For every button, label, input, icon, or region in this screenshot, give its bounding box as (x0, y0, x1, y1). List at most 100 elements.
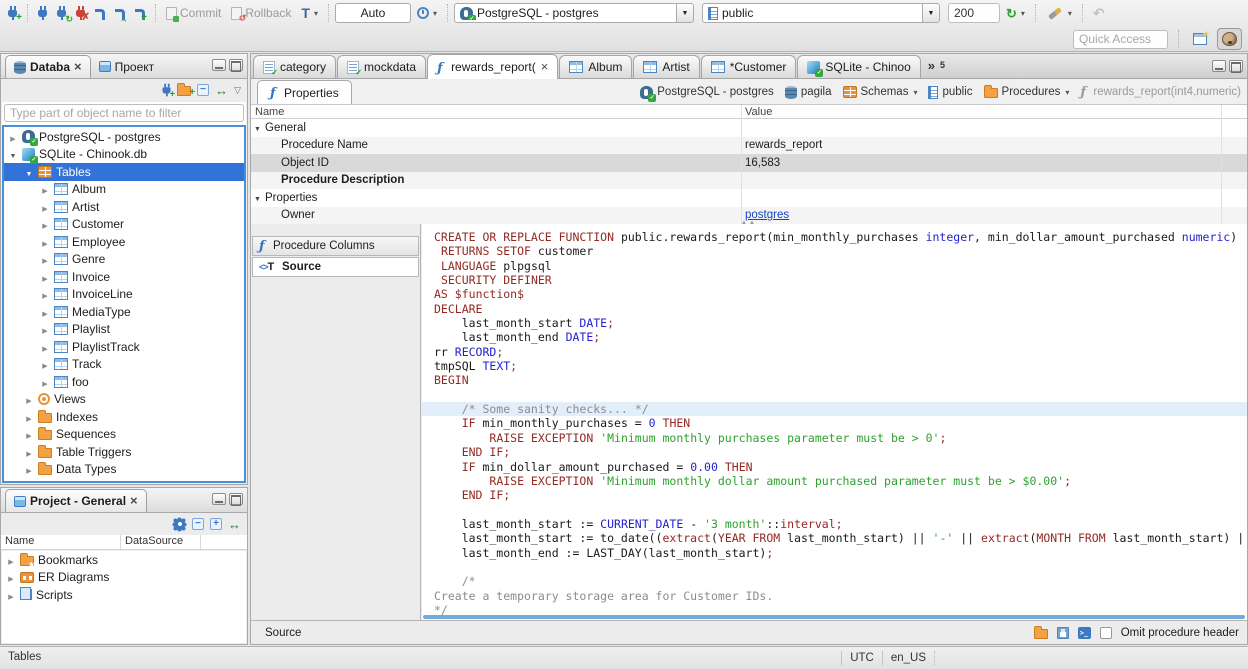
tree-item-playlist[interactable]: Playlist (4, 321, 244, 339)
tree-item-foo[interactable]: foo (4, 373, 244, 391)
editor-tab-category[interactable]: category (253, 55, 337, 78)
expand-arrow-icon[interactable] (6, 553, 16, 567)
expand-arrow-icon[interactable] (40, 340, 50, 354)
history-button[interactable] (413, 2, 441, 24)
editor-tab-sqlite-chinoo[interactable]: SQLite - Chinoo (797, 55, 921, 78)
editor-tab-album[interactable]: Album (559, 55, 633, 78)
active-connection-combo[interactable]: PostgreSQL - postgres ▼ (453, 3, 694, 23)
expand-arrow-icon[interactable] (40, 217, 50, 231)
editor-tab-artist[interactable]: Artist (633, 55, 700, 78)
subtab-source[interactable]: Source (252, 257, 419, 277)
tree-item-sqlite-chinook-db[interactable]: SQLite - Chinook.db (4, 146, 244, 164)
open-console-icon[interactable] (1077, 626, 1091, 639)
tree-item-invoiceline[interactable]: InvoiceLine (4, 286, 244, 304)
column-header-datasource[interactable]: DataSource (121, 535, 201, 549)
grid-row-properties[interactable]: Properties (251, 189, 1247, 207)
sync-button[interactable]: ↻ (1002, 2, 1029, 24)
tree-item-table-triggers[interactable]: Table Triggers (4, 443, 244, 461)
close-icon[interactable] (74, 60, 82, 74)
breadcrumb-item-rewards-report-int4-numeric[interactable]: rewards_report(int4,numeric) (1080, 86, 1241, 99)
tab-project-explorer[interactable]: Проект (91, 55, 163, 78)
dbeaver-perspective-button[interactable] (1217, 28, 1242, 50)
tree-item-artist[interactable]: Artist (4, 198, 244, 216)
tree-item-sequences[interactable]: Sequences (4, 426, 244, 444)
collapse-arrow-icon[interactable] (254, 122, 261, 134)
breadcrumb-item-procedures[interactable]: Procedures (983, 85, 1070, 98)
disconnect-button[interactable]: ✗ (72, 2, 90, 24)
expand-arrow-icon[interactable] (40, 252, 50, 266)
tree-item-employee[interactable]: Employee (4, 233, 244, 251)
collapse-arrow-icon[interactable] (254, 192, 261, 204)
tree-item-views[interactable]: Views (4, 391, 244, 409)
minimize-icon[interactable] (1212, 60, 1226, 72)
expand-arrow-icon[interactable] (40, 375, 50, 389)
grid-row-general[interactable]: General (251, 119, 1247, 137)
maximize-icon[interactable] (229, 493, 243, 505)
column-header-name[interactable]: Name (1, 535, 121, 549)
sql-console-button[interactable]: → (111, 2, 129, 24)
tab-database-navigator[interactable]: Databa (5, 55, 91, 78)
expand-arrow-icon[interactable] (24, 445, 34, 459)
project-item-bookmarks[interactable]: Bookmarks (2, 551, 246, 569)
tree-item-postgresql-postgres[interactable]: PostgreSQL - postgres (4, 128, 244, 147)
expand-arrow-icon[interactable] (24, 462, 34, 476)
link-with-editor-icon[interactable]: ↔ (215, 83, 228, 98)
maximize-icon[interactable] (229, 59, 243, 71)
breadcrumb-item-pagila[interactable]: pagila (784, 85, 832, 99)
status-timezone[interactable]: UTC (850, 652, 874, 664)
save-to-file-icon[interactable] (1056, 626, 1069, 639)
expand-arrow-icon[interactable] (40, 182, 50, 196)
breadcrumb-item-postgresql-postgres[interactable]: PostgreSQL - postgres (640, 85, 774, 102)
tree-item-data-types[interactable]: Data Types (4, 461, 244, 479)
collapse-all-icon[interactable]: − (192, 518, 204, 530)
source-code-editor[interactable]: CREATE OR REPLACE FUNCTION public.reward… (422, 224, 1247, 620)
tree-item-genre[interactable]: Genre (4, 251, 244, 269)
nav-new-connection-icon[interactable]: + (162, 83, 175, 99)
status-locale[interactable]: en_US (891, 652, 926, 664)
editor-tab-rewards-report[interactable]: rewards_report( (427, 54, 559, 79)
tab-properties[interactable]: Properties (257, 80, 352, 104)
breadcrumb-item-schemas[interactable]: Schemas (842, 86, 918, 98)
active-schema-combo[interactable]: public ▼ (701, 3, 940, 23)
link-with-editor-icon[interactable]: ↔ (228, 517, 241, 532)
transaction-auto-combo[interactable]: Auto (334, 3, 411, 23)
expand-arrow-icon[interactable] (40, 235, 50, 249)
new-sql-script-button[interactable]: + (131, 2, 149, 24)
expand-arrow-icon[interactable] (40, 357, 50, 371)
expand-all-icon[interactable]: + (210, 518, 222, 530)
new-connection-button[interactable]: + (4, 2, 22, 24)
expand-arrow-icon[interactable] (8, 130, 18, 144)
tree-item-tables[interactable]: Tables (4, 163, 244, 181)
editor-tab-overflow[interactable]: » 5 (922, 55, 951, 78)
rollback-button[interactable]: Rollback (227, 2, 295, 24)
maximize-icon[interactable] (1229, 60, 1243, 72)
minimize-icon[interactable] (212, 493, 226, 505)
expand-arrow-icon[interactable] (8, 147, 18, 161)
tree-item-mediatype[interactable]: MediaType (4, 303, 244, 321)
tree-item-track[interactable]: Track (4, 356, 244, 374)
fetch-size-input[interactable] (947, 3, 1000, 23)
expand-arrow-icon[interactable] (40, 322, 50, 336)
expand-arrow-icon[interactable] (24, 410, 34, 424)
tab-project-general[interactable]: Project - General (5, 489, 147, 512)
settings-gear-icon[interactable] (174, 518, 185, 530)
grid-row-procedure-name[interactable]: Procedure Name rewards_report (251, 136, 1247, 154)
reconnect-button[interactable]: ↻ (53, 2, 73, 24)
project-item-er-diagrams[interactable]: ER Diagrams (2, 569, 246, 587)
connect-button[interactable] (34, 2, 51, 24)
active-schema-dropdown[interactable]: ▼ (921, 4, 939, 22)
grid-row-procedure-description[interactable]: Procedure Description (251, 171, 1247, 189)
subtab-procedure-columns[interactable]: Procedure Columns (252, 236, 419, 256)
load-from-file-icon[interactable] (1033, 625, 1048, 639)
format-button[interactable] (1042, 2, 1076, 24)
tree-item-playlisttrack[interactable]: PlaylistTrack (4, 338, 244, 356)
expand-arrow-icon[interactable] (40, 270, 50, 284)
project-item-scripts[interactable]: Scripts (2, 586, 246, 604)
horizontal-scrollbar[interactable] (423, 615, 1245, 619)
editor-tab-mockdata[interactable]: mockdata (337, 55, 427, 78)
sql-editor-button[interactable] (91, 2, 109, 24)
close-icon[interactable] (541, 60, 549, 74)
grid-row-object-id[interactable]: Object ID 16,583 (251, 154, 1247, 172)
nav-new-folder-icon[interactable]: + (177, 83, 195, 98)
active-connection-dropdown[interactable]: ▼ (675, 4, 693, 22)
